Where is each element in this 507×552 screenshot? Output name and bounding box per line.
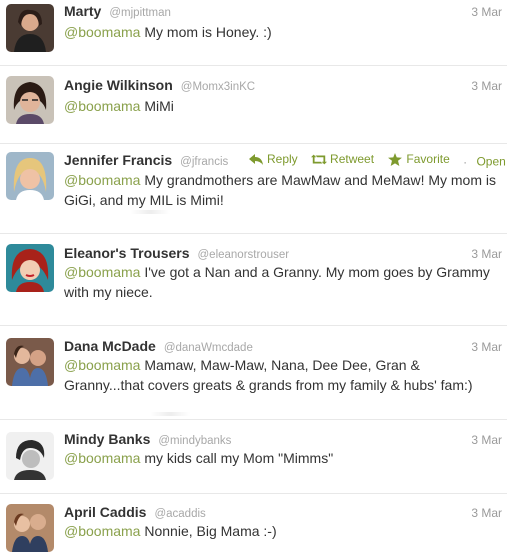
tweet[interactable]: Dana McDade @danaWmcdade 3 Mar @boomama M… [0,326,507,420]
tweet-actions: Reply Retweet Favorite · Open [248,152,506,169]
divider [130,210,170,214]
timestamp[interactable]: 3 Mar [471,5,502,19]
reply-label: Reply [267,152,298,166]
author-name[interactable]: Marty @mjpittman [64,3,171,19]
screen-name[interactable]: @mindybanks [158,435,231,447]
mention-link[interactable]: @boomama [64,24,140,40]
favorite-label: Favorite [406,152,450,166]
tweet-text: @boomama My grandmothers are MawMaw and … [64,170,500,210]
mention-link[interactable]: @boomama [64,357,140,373]
tweet[interactable]: Angie Wilkinson @Momx3inKC 3 Mar @boomama… [0,66,507,144]
display-name[interactable]: Jennifer Francis [64,152,172,168]
screen-name[interactable]: @mjpittman [109,7,171,19]
mention-link[interactable]: @boomama [64,172,140,188]
tweet[interactable]: April Caddis @acaddis 3 Mar @boomama Nonn… [0,494,507,552]
display-name[interactable]: April Caddis [64,504,146,520]
timestamp[interactable]: 3 Mar [471,506,502,520]
timestamp[interactable]: 3 Mar [471,79,502,93]
separator: · [463,154,468,169]
tweet-text: @boomama MiMi [64,96,500,116]
screen-name[interactable]: @eleanorstrouser [198,249,290,261]
tweet-body: MiMi [140,98,174,114]
author-name[interactable]: Eleanor's Trousers @eleanorstrouser [64,245,289,261]
avatar[interactable] [6,432,54,480]
favorite-action[interactable]: Favorite [387,152,450,166]
display-name[interactable]: Dana McDade [64,338,156,354]
tweet-text: @boomama I've got a Nan and a Granny. My… [64,262,500,302]
mention-link[interactable]: @boomama [64,264,140,280]
tweet-text: @boomama Nonnie, Big Mama :-) [64,521,500,541]
screen-name[interactable]: @danaWmcdade [164,342,253,354]
mention-link[interactable]: @boomama [64,450,140,466]
author-name[interactable]: April Caddis @acaddis [64,504,206,520]
divider [150,412,190,416]
screen-name[interactable]: @Momx3inKC [181,81,255,93]
tweet-body: My mom is Honey. :) [140,24,272,40]
author-name[interactable]: Dana McDade @danaWmcdade [64,338,253,354]
timestamp[interactable]: 3 Mar [471,340,502,354]
tweet[interactable]: Eleanor's Trousers @eleanorstrouser 3 Mar… [0,234,507,326]
display-name[interactable]: Angie Wilkinson [64,77,173,93]
tweet-text: @boomama my kids call my Mom "Mimms" [64,448,500,468]
star-icon [388,152,403,166]
tweet-text: @boomama My mom is Honey. :) [64,22,500,42]
author-name[interactable]: Mindy Banks @mindybanks [64,431,231,447]
mention-link[interactable]: @boomama [64,98,140,114]
display-name[interactable]: Mindy Banks [64,431,150,447]
retweet-icon [311,154,328,164]
tweet-text: @boomama Mamaw, Maw-Maw, Nana, Dee Dee, … [64,355,500,395]
avatar[interactable] [6,244,54,292]
mention-link[interactable]: @boomama [64,523,140,539]
tweet-body: Nonnie, Big Mama :-) [140,523,277,539]
reply-icon [249,153,263,165]
tweet[interactable]: Marty @mjpittman 3 Mar @boomama My mom is… [0,0,507,66]
retweet-action[interactable]: Retweet [311,152,374,166]
tweet-body: my kids call my Mom "Mimms" [140,450,334,466]
avatar[interactable] [6,338,54,386]
timestamp[interactable]: 3 Mar [471,433,502,447]
avatar[interactable] [6,4,54,52]
display-name[interactable]: Eleanor's Trousers [64,245,190,261]
timestamp[interactable]: 3 Mar [471,247,502,261]
display-name[interactable]: Marty [64,3,101,19]
avatar[interactable] [6,76,54,124]
screen-name[interactable]: @acaddis [154,508,205,520]
author-name[interactable]: Angie Wilkinson @Momx3inKC [64,77,255,93]
avatar[interactable] [6,152,54,200]
reply-action[interactable]: Reply [248,152,298,166]
author-name[interactable]: Jennifer Francis @jfrancis [64,152,228,168]
open-action[interactable]: Open [476,155,505,169]
screen-name[interactable]: @jfrancis [180,156,228,168]
tweet[interactable]: Jennifer Francis @jfrancis Reply Retweet … [0,144,507,234]
retweet-label: Retweet [330,152,375,166]
tweet[interactable]: Mindy Banks @mindybanks 3 Mar @boomama my… [0,420,507,494]
